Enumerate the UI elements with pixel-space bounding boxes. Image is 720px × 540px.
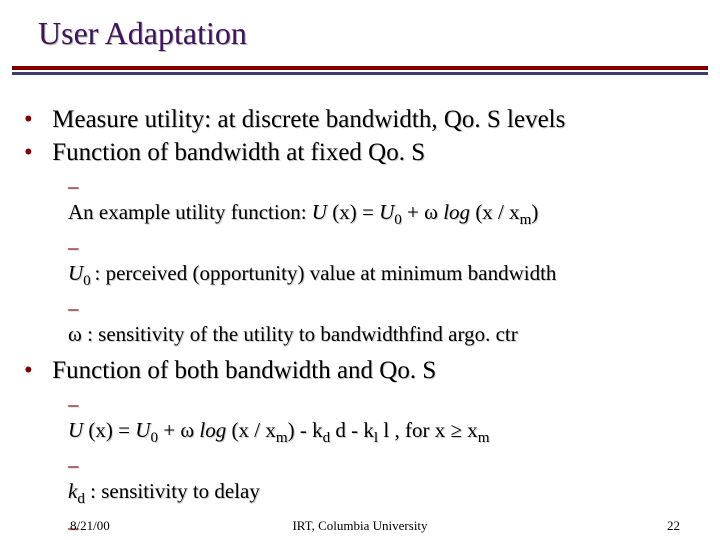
sub-bullet: – U (x) = U0 + ω log (x / xm) - kd d - k… — [68, 392, 700, 447]
dash-icon: – — [68, 453, 86, 479]
divider-top — [12, 66, 708, 70]
bullet-3: • Function of both bandwidth and Qo. S — [24, 356, 700, 387]
footer-org: IRT, Columbia University — [0, 518, 720, 534]
slide-title: User Adaptation — [38, 15, 247, 52]
slide-body: • Measure utility: at discrete bandwidth… — [24, 105, 700, 540]
bullet-icon: • — [24, 138, 46, 169]
sub-bullet: – An example utility function: U (x) = U… — [68, 174, 700, 229]
bullet-text: Function of bandwidth at fixed Qo. S — [52, 138, 692, 169]
bullet-1: • Measure utility: at discrete bandwidth… — [24, 105, 700, 136]
sub-text: kd : sensitivity to delay — [68, 479, 678, 509]
dash-icon: – — [68, 235, 86, 261]
bullet-text: Measure utility: at discrete bandwidth, … — [52, 105, 692, 136]
bullet-2: • Function of bandwidth at fixed Qo. S — [24, 138, 700, 169]
dash-icon: – — [68, 296, 86, 322]
bullet-icon: • — [24, 356, 46, 387]
sub-text: U (x) = U0 + ω log (x / xm) - kd d - kl … — [68, 418, 678, 448]
sub-bullet: – kd : sensitivity to delay — [68, 453, 700, 508]
dash-icon: – — [68, 392, 86, 418]
footer-page: 22 — [667, 518, 680, 534]
sub-text: U0 : perceived (opportunity) value at mi… — [68, 261, 678, 291]
bullet-text: Function of both bandwidth and Qo. S — [52, 356, 692, 387]
slide: User Adaptation • Measure utility: at di… — [0, 0, 720, 540]
divider-bottom — [12, 72, 708, 75]
sub-bullet: – U0 : perceived (opportunity) value at … — [68, 235, 700, 290]
sub-bullet: – ω : sensitivity of the utility to band… — [68, 296, 700, 347]
sub-text: ω : sensitivity of the utility to bandwi… — [68, 322, 678, 348]
sub-text: An example utility function: U (x) = U0 … — [68, 200, 678, 230]
bullet-icon: • — [24, 105, 46, 136]
dash-icon: – — [68, 174, 86, 200]
